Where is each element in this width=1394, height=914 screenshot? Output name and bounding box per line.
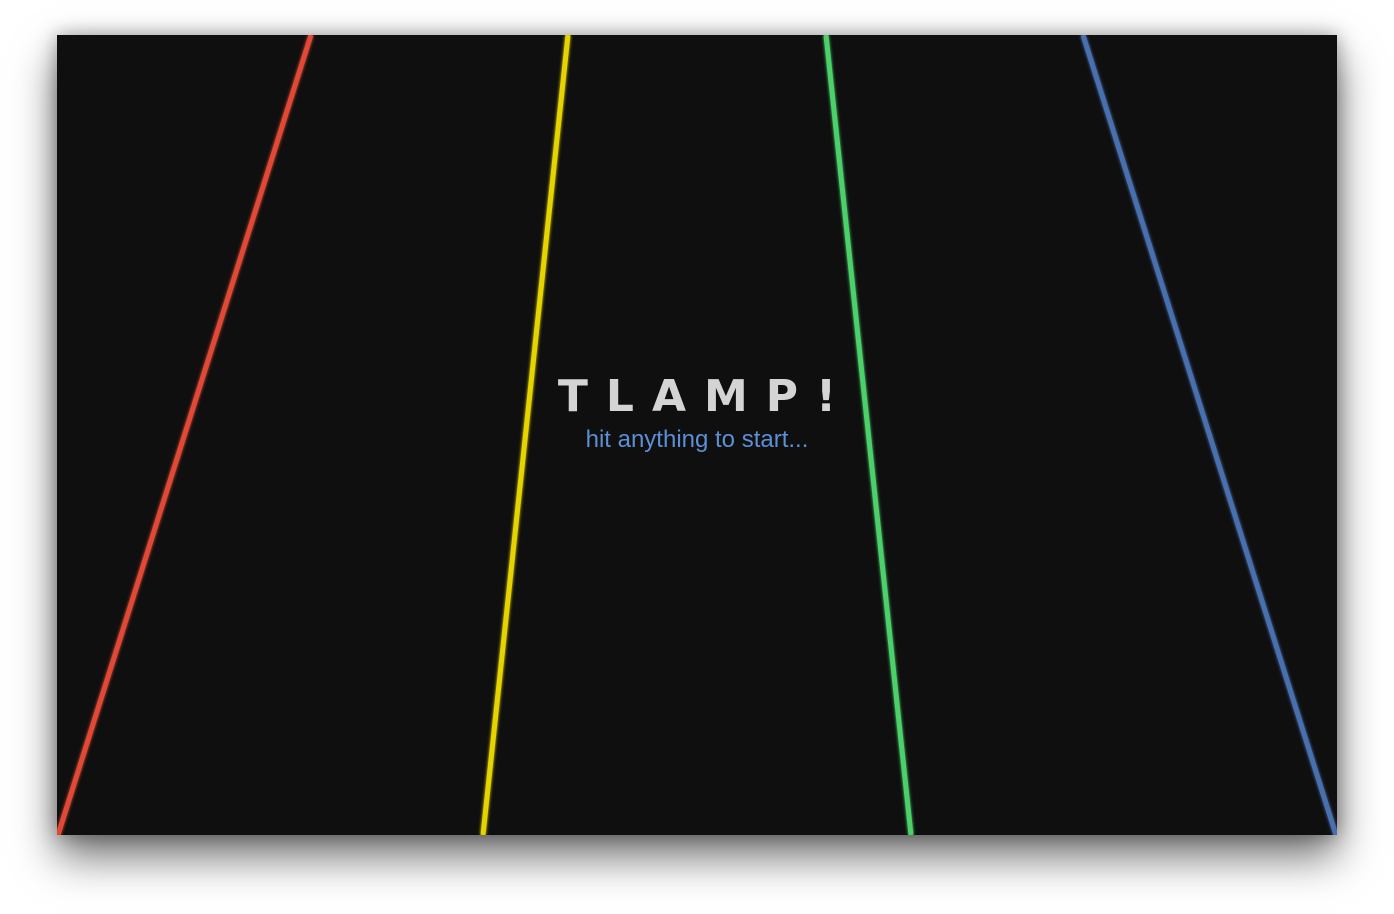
game-window[interactable]: TLAMP! hit anything to start... xyxy=(57,35,1337,835)
start-prompt[interactable]: hit anything to start... xyxy=(57,425,1337,455)
game-title: TLAMP! xyxy=(557,371,855,422)
title-block: TLAMP! hit anything to start... xyxy=(57,369,1337,455)
